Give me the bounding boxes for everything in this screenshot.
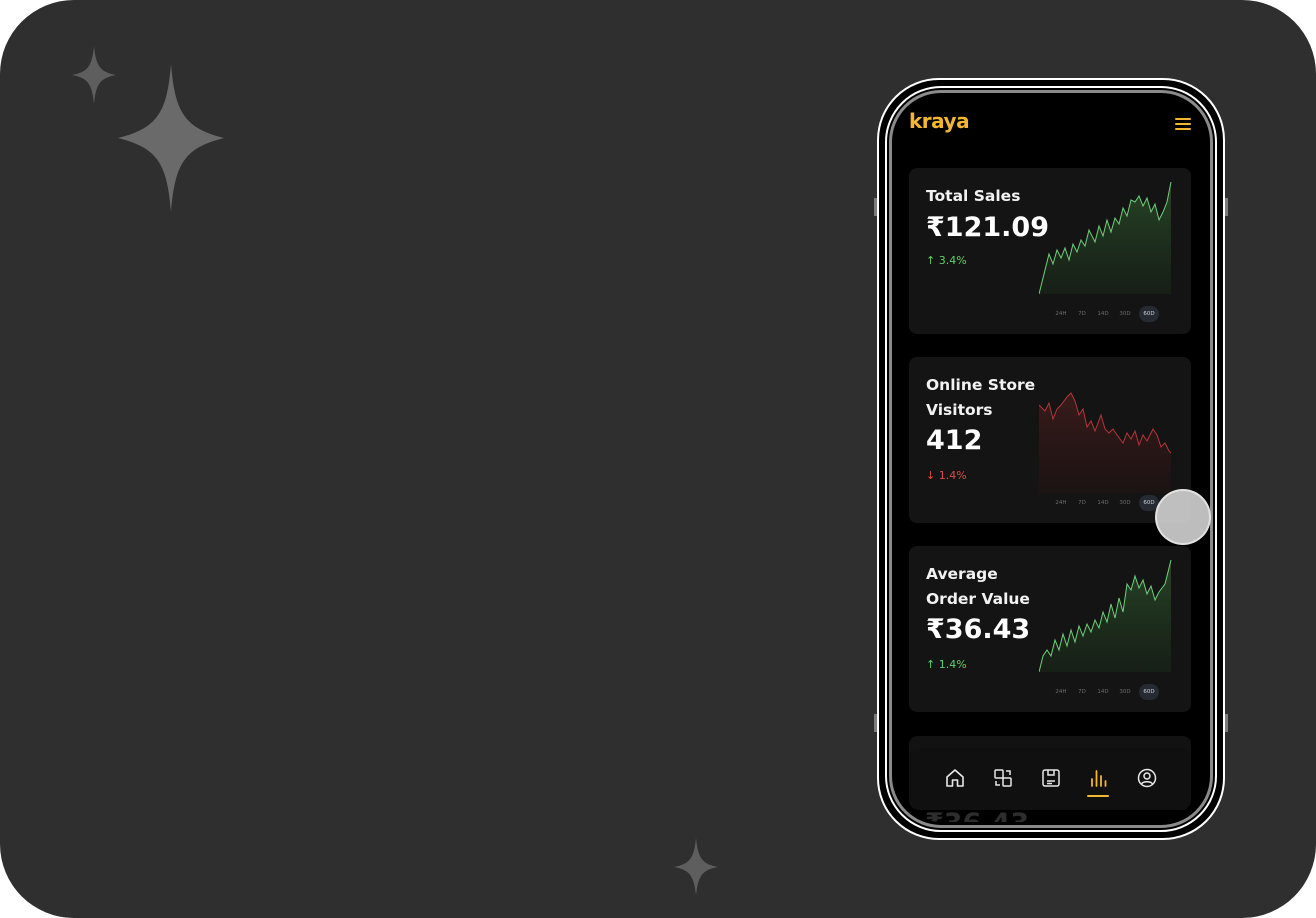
- analytics-icon[interactable]: [1087, 766, 1111, 790]
- card-change: ↓ 1.4%: [926, 469, 967, 482]
- range-30d[interactable]: 30D: [1117, 684, 1133, 700]
- card-change: ↑ 3.4%: [926, 254, 967, 267]
- presentation-background: kraya Total Sales ₹121.09 ↑ 3.4% 24H 7D …: [0, 0, 1316, 918]
- app-header: kraya: [895, 96, 1207, 150]
- app-logo[interactable]: kraya: [909, 109, 970, 133]
- phone-frame: kraya Total Sales ₹121.09 ↑ 3.4% 24H 7D …: [877, 78, 1225, 840]
- sales-sparkline-chart: [1039, 182, 1172, 295]
- card-value: ₹36.43: [926, 614, 1031, 645]
- card-title: Average Order Value: [926, 565, 1030, 608]
- sparkle-large-icon: [118, 64, 224, 212]
- range-14d[interactable]: 14D: [1095, 684, 1111, 700]
- visitors-sparkline-chart: [1039, 392, 1172, 493]
- range-7d[interactable]: 7D: [1075, 684, 1089, 700]
- range-24h[interactable]: 24H: [1053, 495, 1069, 511]
- range-24h[interactable]: 24H: [1053, 684, 1069, 700]
- card-title: Total Sales: [926, 187, 1021, 205]
- faded-value: ₹36.43: [925, 808, 1029, 822]
- home-icon[interactable]: [943, 766, 967, 790]
- online-store-visitors-card[interactable]: Online Store Visitors 412 ↓ 1.4% 24H 7D …: [909, 357, 1191, 523]
- aov-sparkline-chart: [1039, 560, 1172, 673]
- range-30d[interactable]: 30D: [1117, 495, 1133, 511]
- catalog-icon[interactable]: [1039, 766, 1063, 790]
- phone-screen: kraya Total Sales ₹121.09 ↑ 3.4% 24H 7D …: [895, 96, 1207, 822]
- range-60d[interactable]: 60D: [1139, 306, 1159, 322]
- transactions-icon[interactable]: [991, 766, 1015, 790]
- range-24h[interactable]: 24H: [1053, 306, 1069, 322]
- total-sales-card[interactable]: Total Sales ₹121.09 ↑ 3.4% 24H 7D 14D 30…: [909, 168, 1191, 334]
- range-14d[interactable]: 14D: [1095, 495, 1111, 511]
- card-value: ₹121.09: [926, 212, 1049, 243]
- range-7d[interactable]: 7D: [1075, 306, 1089, 322]
- profile-icon[interactable]: [1135, 766, 1159, 790]
- bottom-navigation: [909, 748, 1191, 810]
- range-7d[interactable]: 7D: [1075, 495, 1089, 511]
- active-tab-indicator: [1087, 795, 1109, 797]
- touch-indicator: [1155, 489, 1211, 545]
- average-order-value-card[interactable]: Average Order Value ₹36.43 ↑ 1.4% 24H 7D…: [909, 546, 1191, 712]
- sparkle-bottom-icon: [674, 838, 718, 896]
- range-30d[interactable]: 30D: [1117, 306, 1133, 322]
- range-60d[interactable]: 60D: [1139, 684, 1159, 700]
- card-change: ↑ 1.4%: [926, 658, 967, 671]
- range-14d[interactable]: 14D: [1095, 306, 1111, 322]
- card-title: Online Store Visitors: [926, 376, 1036, 419]
- sparkle-small-icon: [72, 46, 116, 104]
- card-value: 412: [926, 425, 983, 456]
- hamburger-menu-icon[interactable]: [1175, 118, 1191, 130]
